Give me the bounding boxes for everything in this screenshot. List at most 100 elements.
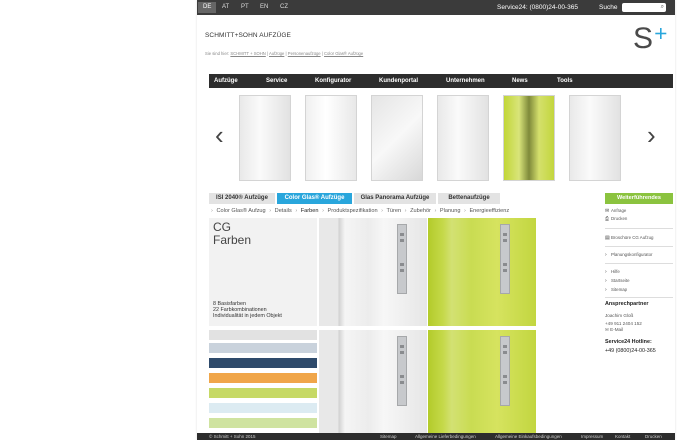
footer-link[interactable]: Drucken	[645, 433, 662, 440]
contact-mail[interactable]: ✉ E-Mail	[605, 327, 623, 333]
carousel-thumb[interactable]	[239, 95, 291, 181]
lang-pt[interactable]: PT	[236, 2, 254, 13]
contact-heading: Ansprechpartner	[605, 301, 649, 307]
company-logo[interactable]: S	[633, 22, 673, 52]
sidebar-link-startseite[interactable]: › Startseite	[605, 278, 630, 284]
divider	[605, 228, 673, 229]
sidebar-link-planung[interactable]: › Planungskonfigurator	[605, 252, 653, 258]
breadcrumb-item[interactable]: Personenaufzüge	[288, 51, 321, 56]
hotline-heading: Service24 Hotline:	[605, 339, 652, 345]
sidebar-link-sitemap[interactable]: › Sitemap	[605, 287, 627, 293]
control-panel-graphic	[500, 336, 510, 406]
elevator-green-image[interactable]	[428, 330, 536, 438]
search-input[interactable]: ⌕	[622, 3, 666, 12]
more-info-button[interactable]: Weiterführendes	[605, 193, 673, 204]
footer-link[interactable]: Allgemeine Einkaufsbedingungen	[495, 433, 562, 440]
footer-link[interactable]: Sitemap	[380, 433, 397, 440]
color-swatch[interactable]	[209, 358, 317, 368]
page-margin-left	[0, 0, 197, 440]
breadcrumb-item[interactable]: Aufzüge	[269, 51, 284, 56]
carousel-thumb[interactable]	[437, 95, 489, 181]
elevator-white-image[interactable]	[319, 330, 427, 438]
top-bar: DE AT PT EN CZ Service24: (0800)24-00-36…	[197, 0, 675, 15]
color-swatch[interactable]	[209, 373, 317, 383]
footer: © Schmitt + Sohn 2015 Sitemap Allgemeine…	[197, 433, 675, 440]
logo-s: S	[633, 22, 653, 52]
search-icon[interactable]: ⌕	[661, 4, 664, 11]
nav-news[interactable]: News	[512, 74, 528, 88]
page-margin-right	[675, 0, 700, 440]
divider	[605, 246, 673, 247]
breadcrumb-item[interactable]: Color Glas® Aufzüge	[324, 51, 363, 56]
color-content: CG Farben 8 Basisfarben 22 Farbkombinati…	[209, 218, 536, 440]
brand-title: SCHMITT+SOHN AUFZÜGE	[205, 32, 291, 39]
subnav-item[interactable]: Color Glas® Aufzug	[216, 208, 265, 214]
breadcrumb-item[interactable]: SCHMITT + SOHN	[230, 51, 265, 56]
footer-link[interactable]: Kontakt	[615, 433, 630, 440]
carousel-thumb[interactable]	[371, 95, 423, 181]
elevator-white-image[interactable]	[319, 218, 427, 326]
subnav-item[interactable]: Türen	[386, 208, 401, 214]
breadcrumb-prefix: Sie sind hier:	[205, 51, 230, 56]
carousel-thumb[interactable]	[503, 95, 555, 181]
control-panel-graphic	[397, 336, 407, 406]
color-swatch[interactable]	[209, 388, 317, 398]
color-swatch[interactable]	[209, 330, 317, 340]
cg-desc-line: Individualität in jedem Objekt	[213, 313, 282, 320]
sidebar-link-hilfe[interactable]: › Hilfe	[605, 269, 620, 275]
nav-konfigurator[interactable]: Konfigurator	[315, 74, 351, 88]
lang-de[interactable]: DE	[198, 2, 217, 13]
contact-phone: +49 911 2404 152	[605, 321, 642, 326]
cg-intro-panel: CG Farben 8 Basisfarben 22 Farbkombinati…	[209, 218, 317, 326]
subnav-item[interactable]: Zubehör	[410, 208, 431, 214]
control-panel-graphic	[500, 224, 510, 294]
service-hotline: Service24: (0800)24-00-365	[497, 4, 578, 11]
subnav-item[interactable]: Produktspezifikation	[328, 208, 378, 214]
tab-isi2040[interactable]: ISI 2040® Aufzüge	[209, 193, 275, 204]
nav-kundenportal[interactable]: Kundenportal	[379, 74, 418, 88]
subnav-item[interactable]: Details	[275, 208, 292, 214]
cg-title: CG	[213, 220, 231, 234]
mail-icon: ✉	[605, 327, 609, 332]
carousel-prev-icon[interactable]: ‹	[215, 120, 224, 150]
sidebar-link-brochure[interactable]: ▤Broschüre CG Aufzug	[605, 235, 653, 241]
carousel-thumb[interactable]	[305, 95, 357, 181]
nav-unternehmen[interactable]: Unternehmen	[446, 74, 485, 88]
control-panel-graphic	[397, 224, 407, 294]
carousel-thumb[interactable]	[569, 95, 621, 181]
sidebar-link-anfrage[interactable]: ✉ Anfrage	[605, 208, 626, 214]
tab-bettenaufzuege[interactable]: Bettenaufzüge	[438, 193, 500, 204]
lang-en[interactable]: EN	[255, 2, 273, 13]
lang-at[interactable]: AT	[217, 2, 234, 13]
nav-service[interactable]: Service	[266, 74, 287, 88]
sidebar-link-drucken[interactable]: ⎙ Drucken	[605, 216, 627, 222]
contact-name: Joachim Gloß	[605, 313, 634, 318]
subnav-item-current[interactable]: Farben	[301, 208, 319, 214]
main-navigation: Aufzüge Service Konfigurator Kundenporta…	[209, 74, 673, 88]
carousel-next-icon[interactable]: ›	[647, 120, 656, 150]
search-label: Suche	[599, 4, 618, 11]
breadcrumb: Sie sind hier: SCHMITT + SOHN | Aufzüge …	[205, 51, 364, 56]
tab-glas-panorama[interactable]: Glas Panorama Aufzüge	[354, 193, 436, 204]
color-swatch[interactable]	[209, 403, 317, 413]
hotline-number: +49 (0800)24-00-365	[605, 348, 656, 354]
nav-aufzuege[interactable]: Aufzüge	[214, 74, 238, 88]
lang-cz[interactable]: CZ	[275, 2, 293, 13]
subnav-item[interactable]: Planung	[440, 208, 461, 214]
cg-description: 8 Basisfarben 22 Farbkombinationen Indiv…	[213, 301, 282, 320]
tab-color-glas[interactable]: Color Glas® Aufzüge	[277, 193, 352, 204]
divider	[605, 297, 673, 298]
color-swatch[interactable]	[209, 418, 317, 428]
nav-tools[interactable]: Tools	[557, 74, 573, 88]
sub-navigation: › Color Glas® Aufzug › Details › Farben …	[211, 208, 510, 214]
image-carousel: ‹ ›	[209, 92, 673, 185]
footer-link[interactable]: Allgemeine Lieferbedingungen	[415, 433, 476, 440]
website-page: DE AT PT EN CZ Service24: (0800)24-00-36…	[197, 0, 675, 440]
cg-subtitle: Farben	[213, 233, 252, 247]
footer-copyright: © Schmitt + Sohn 2015	[209, 434, 256, 439]
subnav-item[interactable]: Energieeffizienz	[469, 208, 509, 214]
elevator-green-image[interactable]	[428, 218, 536, 326]
color-swatch[interactable]	[209, 343, 317, 353]
footer-link[interactable]: Impressum	[581, 433, 603, 440]
divider	[605, 263, 673, 264]
